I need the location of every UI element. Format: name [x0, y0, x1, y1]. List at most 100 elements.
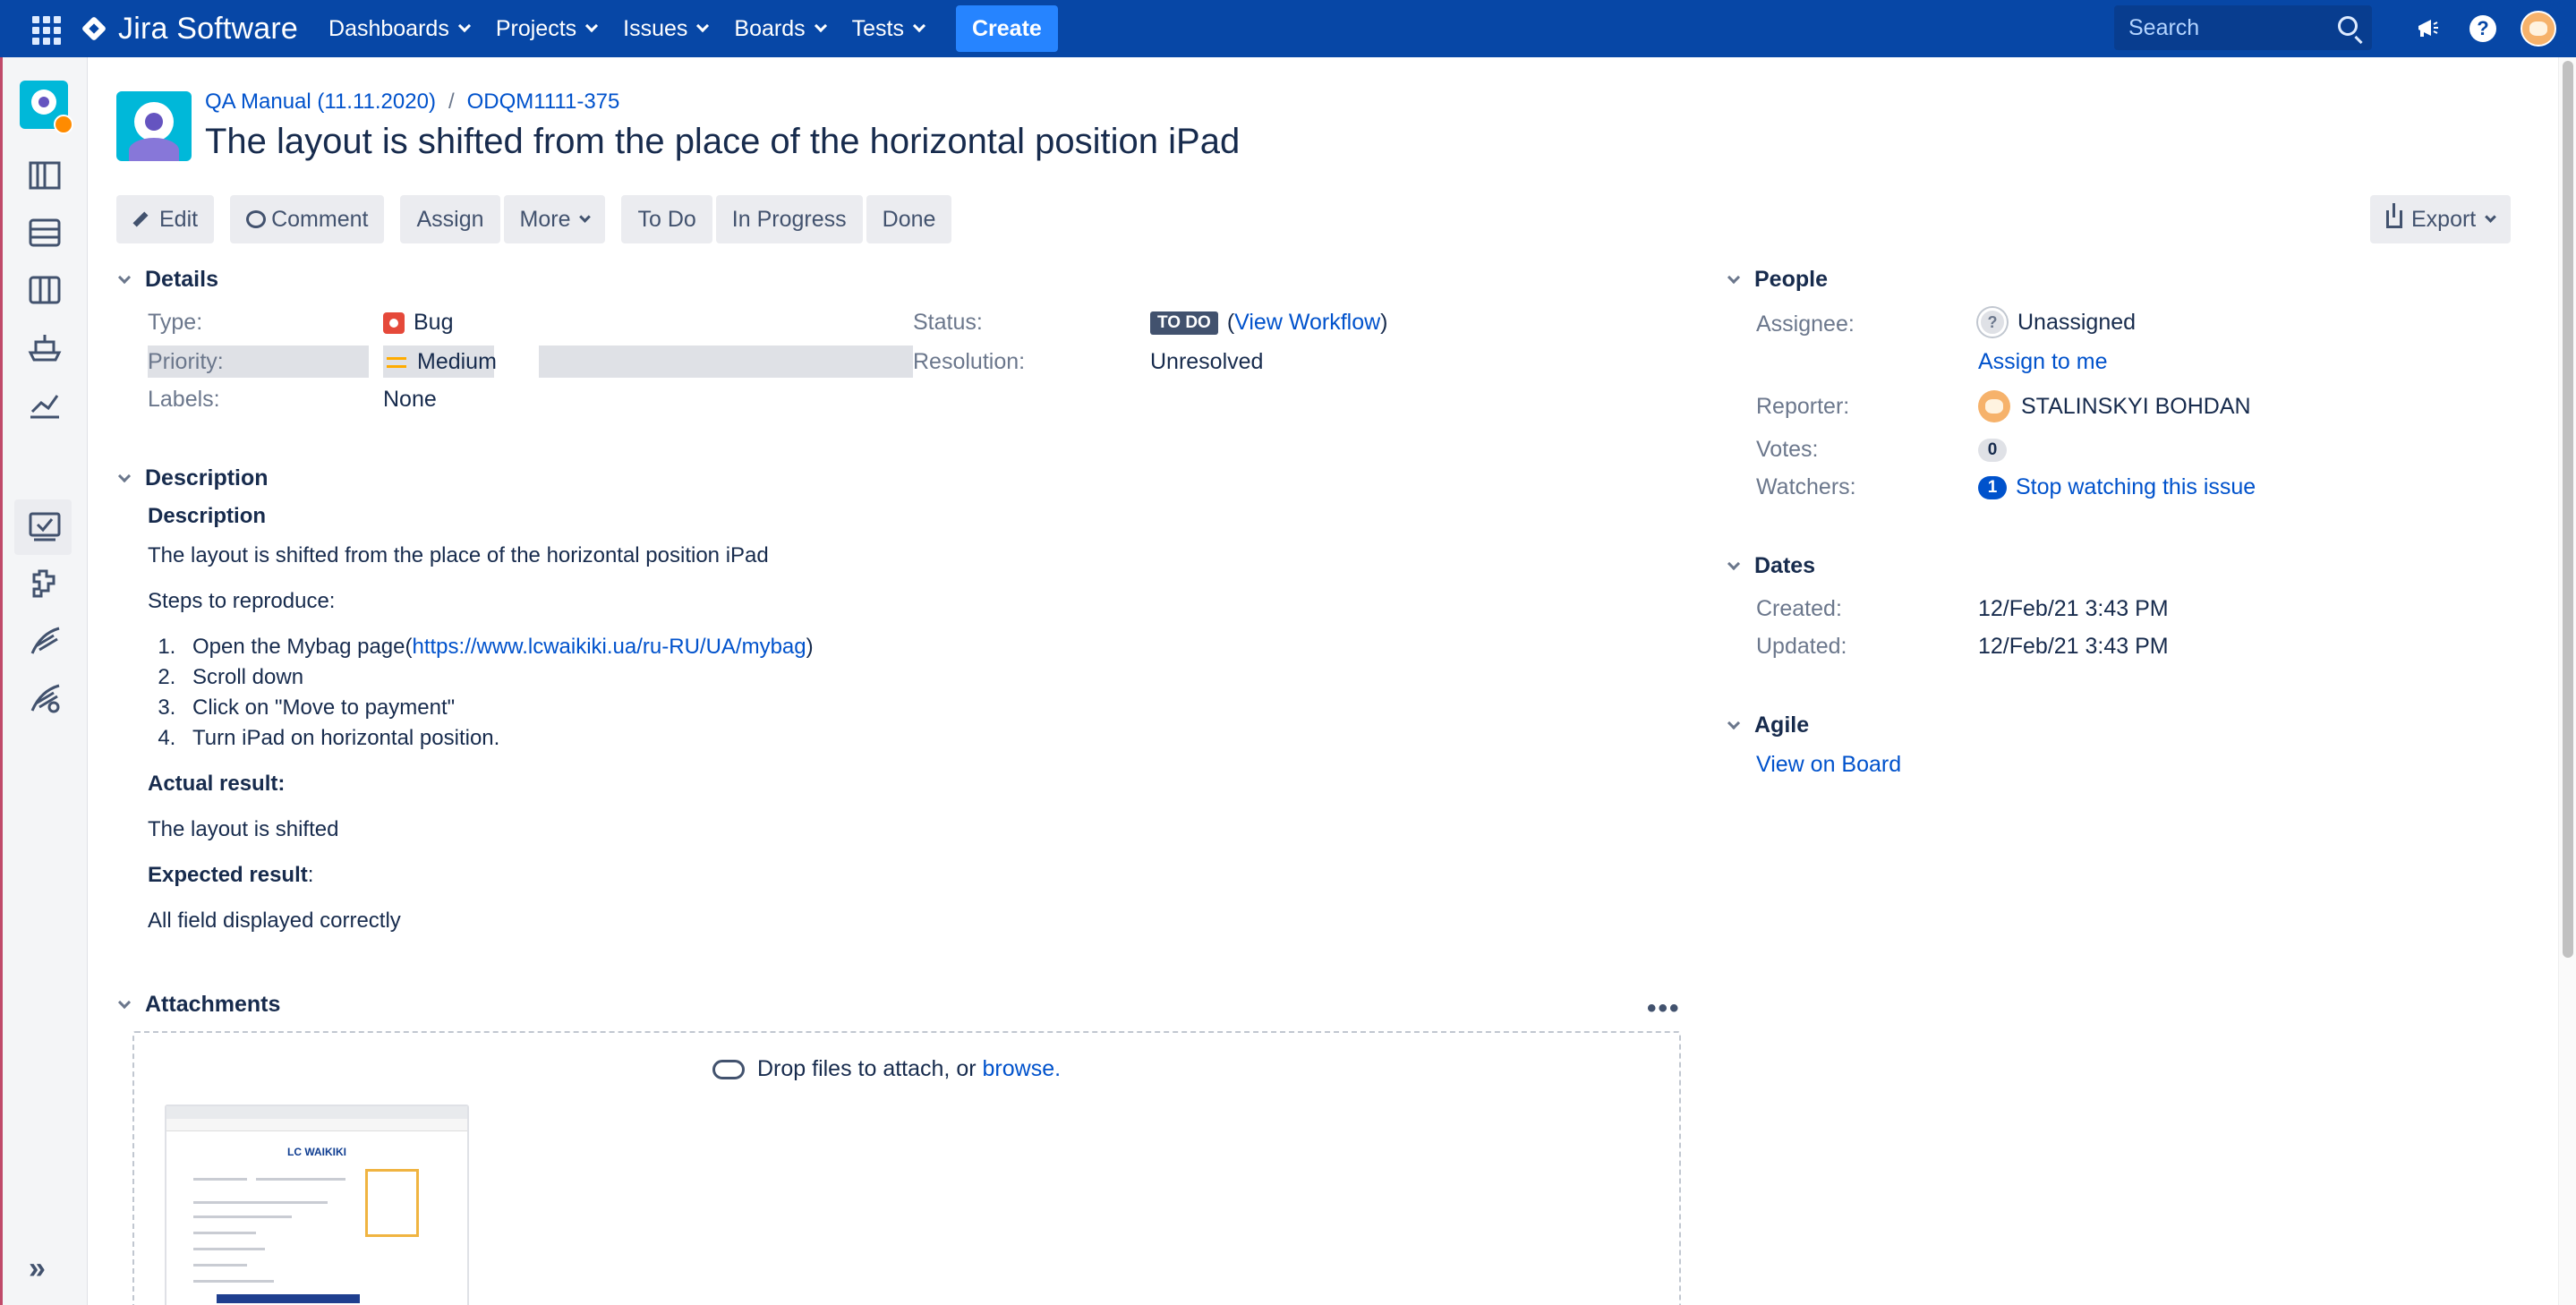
scrollbar-thumb[interactable]	[2563, 61, 2573, 958]
stop-watching-link[interactable]: Stop watching this issue	[2016, 474, 2256, 500]
search-input[interactable]: Search	[2114, 5, 2372, 50]
issue-toolbar: Edit Comment Assign More To Do In Progre…	[116, 195, 955, 243]
bug-icon	[383, 311, 405, 334]
reporter-label: Reporter:	[1756, 394, 1850, 419]
expected-result-text: All field displayed correctly	[148, 908, 401, 933]
app-switcher-icon[interactable]	[29, 13, 61, 45]
created-label: Created:	[1756, 596, 1842, 621]
list-item: Scroll down	[182, 662, 814, 693]
priority-row-highlight	[539, 345, 913, 378]
breadcrumb: QA Manual (11.11.2020) / ODQM1111-375	[205, 90, 619, 115]
breadcrumb-project-link[interactable]: QA Manual (11.11.2020)	[205, 90, 436, 115]
menu-projects[interactable]: Projects	[496, 16, 599, 42]
releases-icon[interactable]	[27, 329, 63, 365]
reports-icon[interactable]	[27, 387, 63, 422]
pencil-icon	[132, 211, 149, 227]
top-icons: ?	[2392, 9, 2558, 48]
watchers-value: 1 Stop watching this issue	[1978, 474, 2256, 500]
notifications-megaphone-icon[interactable]	[2408, 9, 2447, 48]
assignee-value[interactable]: ? Unassigned	[1978, 308, 2136, 337]
type-label: Type:	[148, 310, 203, 335]
watchers-label: Watchers:	[1756, 474, 1856, 499]
reporter-avatar	[1978, 390, 2010, 422]
resolution-label: Resolution:	[913, 349, 1026, 374]
search-icon[interactable]	[2338, 16, 2358, 36]
steps-list: Open the Mybag page(https://www.lcwaikik…	[182, 632, 814, 754]
board-icon[interactable]	[27, 272, 63, 308]
product-name: Jira Software	[118, 11, 299, 46]
reporter-value[interactable]: STALINSKYI BOHDAN	[1978, 390, 2251, 422]
done-transition-button[interactable]: Done	[866, 195, 952, 243]
main-menu: Dashboards Projects Issues Boards Tests	[328, 16, 951, 42]
unassigned-avatar-icon: ?	[1978, 308, 2007, 337]
collapse-chevron-icon	[117, 270, 132, 284]
description-section-toggle[interactable]: Description	[116, 465, 269, 491]
mybag-link[interactable]: https://www.lcwaikiki.ua/ru-RU/UA/mybag	[413, 635, 806, 659]
test-tool-2-icon[interactable]	[27, 680, 63, 716]
status-label: Status:	[913, 310, 983, 335]
watchers-count-badge[interactable]: 1	[1978, 475, 2007, 499]
collapse-chevron-icon	[117, 469, 132, 482]
profile-avatar-icon	[2521, 11, 2556, 47]
priority-label: Priority:	[148, 349, 224, 374]
menu-issues[interactable]: Issues	[623, 16, 710, 42]
add-ons-icon[interactable]	[27, 566, 63, 601]
attachment-thumbnail[interactable]: LC WAIKIKI	[165, 1105, 469, 1305]
labels-label: Labels:	[148, 387, 220, 412]
votes-count-badge: 0	[1978, 439, 2007, 462]
expand-sidebar-icon[interactable]: »	[29, 1251, 46, 1286]
comment-button[interactable]: Comment	[230, 195, 385, 243]
updated-value: 12/Feb/21 3:43 PM	[1978, 634, 2169, 659]
type-value[interactable]: Bug	[383, 310, 453, 336]
backlog-icon[interactable]	[27, 215, 63, 251]
votes-value[interactable]: 0	[1978, 439, 2016, 462]
resolution-value: Unresolved	[1150, 349, 1264, 374]
in-progress-transition-button[interactable]: In Progress	[715, 195, 863, 243]
browse-link[interactable]: browse.	[983, 1056, 1062, 1082]
labels-value[interactable]: None	[383, 387, 437, 413]
updated-label: Updated:	[1756, 634, 1847, 659]
assignee-label: Assignee:	[1756, 311, 1855, 337]
collapse-chevron-icon	[1727, 716, 1741, 729]
tests-icon[interactable]	[27, 508, 63, 544]
assign-to-me-link[interactable]: Assign to me	[1978, 349, 2108, 375]
description-body[interactable]: Description The layout is shifted from t…	[148, 501, 814, 951]
upload-cloud-icon	[712, 1059, 745, 1079]
jira-logo[interactable]: Jira Software	[81, 12, 298, 47]
attachments-section-toggle[interactable]: Attachments	[116, 992, 280, 1018]
to-do-transition-button[interactable]: To Do	[621, 195, 712, 243]
page-title[interactable]: The layout is shifted from the place of …	[205, 122, 1240, 162]
issue-project-avatar	[116, 91, 192, 161]
edit-button[interactable]: Edit	[116, 195, 215, 243]
list-item: Open the Mybag page(https://www.lcwaikik…	[182, 632, 814, 662]
agile-section-toggle[interactable]: Agile	[1726, 712, 1809, 738]
menu-dashboards[interactable]: Dashboards	[328, 16, 471, 42]
export-button[interactable]: Export	[2370, 195, 2512, 243]
expected-result-title: Expected result	[148, 863, 308, 887]
attachments-more-icon[interactable]: •••	[1647, 994, 1681, 1024]
help-icon[interactable]: ?	[2463, 9, 2503, 48]
comment-icon	[246, 210, 267, 228]
more-button[interactable]: More	[503, 195, 606, 243]
user-avatar[interactable]	[2519, 9, 2558, 48]
menu-boards[interactable]: Boards	[734, 16, 827, 42]
view-on-board-link[interactable]: View on Board	[1756, 752, 1901, 778]
breadcrumb-issue-key-link[interactable]: ODQM1111-375	[467, 90, 620, 115]
test-tool-icon[interactable]	[27, 623, 63, 659]
roadmap-icon[interactable]	[27, 158, 63, 193]
menu-tests[interactable]: Tests	[852, 16, 926, 42]
export-icon	[2386, 203, 2402, 228]
project-avatar[interactable]	[20, 81, 73, 134]
created-value: 12/Feb/21 3:43 PM	[1978, 596, 2169, 621]
page-scrollbar[interactable]	[2558, 57, 2576, 1305]
project-sidebar: »	[0, 57, 88, 1305]
assign-button[interactable]: Assign	[400, 195, 500, 243]
priority-value[interactable]: Medium	[387, 349, 497, 375]
dates-section-toggle[interactable]: Dates	[1726, 553, 1815, 579]
create-button[interactable]: Create	[955, 5, 1058, 52]
view-workflow-link[interactable]: View Workflow	[1234, 310, 1380, 336]
details-section-toggle[interactable]: Details	[116, 267, 218, 293]
people-section-toggle[interactable]: People	[1726, 267, 1828, 293]
actual-result-text: The layout is shifted	[148, 817, 339, 841]
thumbnail-highlight-box	[365, 1169, 419, 1237]
